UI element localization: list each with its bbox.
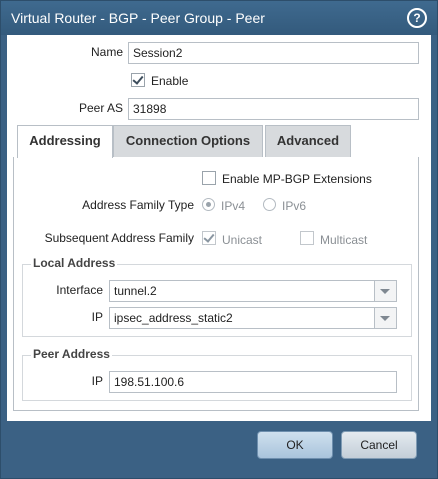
mp-bgp-checkbox[interactable] [202,171,216,185]
afi-ipv6-label: IPv6 [282,199,307,213]
ok-button[interactable]: OK [257,431,333,459]
name-label: Name [90,45,123,59]
afi-ipv6-radio[interactable] [263,198,276,211]
afi-label: Address Family Type [82,198,194,212]
peer-as-label: Peer AS [78,101,123,115]
tab-advanced[interactable]: Advanced [265,125,351,157]
chevron-down-icon[interactable] [374,281,396,301]
local-ip-value: ipsec_address_static2 [114,311,233,325]
afi-ipv4-label: IPv4 [221,199,246,213]
title-bar: Virtual Router - BGP - Peer Group - Peer… [1,1,437,35]
local-ip-label: IP [91,310,103,324]
safi-unicast-checkbox[interactable] [202,231,216,245]
local-address-title: Local Address [31,256,118,270]
help-icon[interactable]: ? [407,8,427,28]
mp-bgp-label: Enable MP-BGP Extensions [222,172,372,186]
dialog-footer: OK Cancel [1,421,437,478]
addressing-panel: Enable MP-BGP Extensions Address Family … [13,157,419,411]
peer-dialog: Virtual Router - BGP - Peer Group - Peer… [0,0,438,479]
interface-value: tunnel.2 [114,284,157,298]
safi-multicast-label: Multicast [320,233,368,247]
chevron-down-icon[interactable] [374,308,396,328]
safi-unicast-label: Unicast [222,233,263,247]
enable-label: Enable [151,74,189,88]
dialog-title: Virtual Router - BGP - Peer Group - Peer [11,10,265,26]
local-address-group: Local Address Interface tunnel.2 IP ipse… [22,256,412,337]
dialog-body: Name Session2 Enable Peer AS 31898 Addre… [7,35,431,421]
peer-address-group: Peer Address IP 198.51.100.6 [22,347,412,401]
tab-connection-options[interactable]: Connection Options [113,125,263,157]
peer-ip-label: IP [91,374,103,388]
peer-as-input[interactable]: 31898 [128,98,419,120]
peer-ip-input[interactable]: 198.51.100.6 [109,371,397,393]
safi-multicast-checkbox[interactable] [300,231,314,245]
local-ip-select[interactable]: ipsec_address_static2 [109,307,397,329]
peer-address-title: Peer Address [31,347,112,361]
interface-label: Interface [56,283,103,297]
interface-select[interactable]: tunnel.2 [109,280,397,302]
cancel-button[interactable]: Cancel [341,431,417,459]
enable-checkbox[interactable] [131,73,145,87]
safi-label: Subsequent Address Family [44,231,194,245]
afi-ipv4-radio[interactable] [202,198,215,211]
name-input[interactable]: Session2 [128,42,419,64]
tab-addressing[interactable]: Addressing [17,125,113,158]
